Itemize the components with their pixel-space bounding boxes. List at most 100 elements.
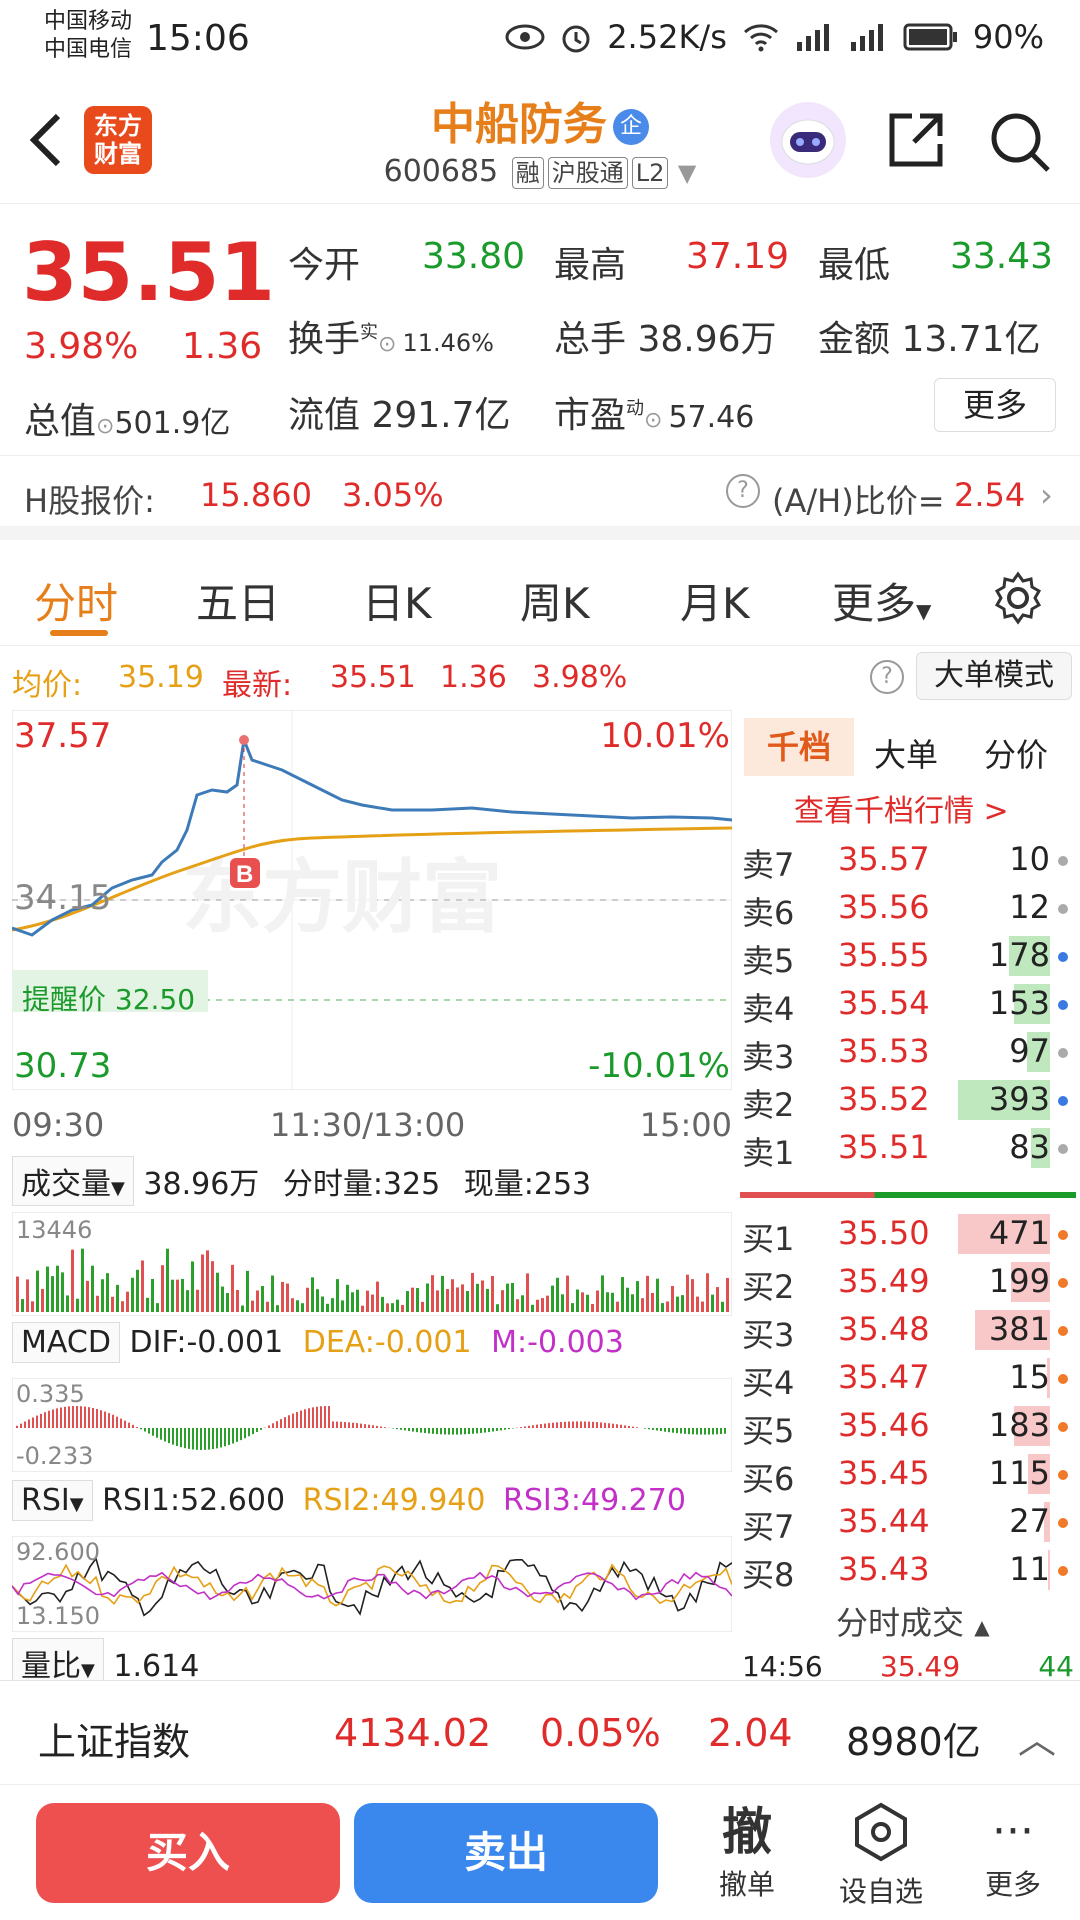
share-icon[interactable] xyxy=(886,110,946,170)
buy-row[interactable]: 买7 35.44 27 xyxy=(740,1498,1076,1546)
buy-row[interactable]: 买1 35.50 471 xyxy=(740,1210,1076,1258)
buy-row[interactable]: 买8 35.43 11 xyxy=(740,1546,1076,1594)
buy-row[interactable]: 买6 35.45 115 xyxy=(740,1450,1076,1498)
macd-bar xyxy=(620,1424,622,1428)
cancel-order-button[interactable]: 撤 撤单 xyxy=(692,1801,802,1903)
volume-bar xyxy=(256,1290,259,1312)
intraday-chart[interactable]: 东方财富 B 37.57 10.01% 34.15 提醒价 32.50 30.7… xyxy=(11,709,733,1091)
status-icons: 2.52K/s 90% xyxy=(505,18,1044,56)
settings-gear-icon[interactable] xyxy=(990,570,1046,626)
macd-bar xyxy=(144,1428,146,1432)
trades-title[interactable]: 分时成交 ▲ xyxy=(836,1598,990,1644)
tab-monthly-k[interactable]: 月K xyxy=(680,570,750,631)
assistant-robot-icon[interactable] xyxy=(770,102,846,178)
macd-selector[interactable]: MACD xyxy=(12,1322,120,1363)
help-icon[interactable]: ? xyxy=(870,660,904,694)
volume-bar xyxy=(646,1275,649,1312)
view-full-depth-link[interactable]: 查看千档行情 > xyxy=(794,786,1009,830)
book-tab-price-dist[interactable]: 分价 xyxy=(984,730,1048,776)
volume-bar xyxy=(576,1289,579,1312)
macd-bar xyxy=(552,1422,554,1428)
macd-dif: DIF:-0.001 xyxy=(129,1325,284,1360)
big-order-mode-button[interactable]: 大单模式 xyxy=(916,652,1072,700)
volume-header: 成交量▼ 38.96万 分时量:325 现量:253 xyxy=(12,1156,732,1208)
more-quote-button[interactable]: 更多 xyxy=(934,378,1056,432)
sell-row[interactable]: 卖6 35.56 12 xyxy=(740,884,1076,932)
level-label: 卖7 xyxy=(742,846,795,884)
rsi-selector[interactable]: RSI▼ xyxy=(12,1480,93,1521)
trade-volume: 44 xyxy=(1038,1650,1074,1683)
sell-row[interactable]: 卖3 35.53 97 xyxy=(740,1028,1076,1076)
tab-intraday[interactable]: 分时 xyxy=(34,570,118,631)
macd-bar xyxy=(464,1428,466,1435)
book-tab-bigorder[interactable]: 大单 xyxy=(874,730,938,776)
trades-title-text: 分时成交 xyxy=(836,1604,965,1642)
tab-weekly-k[interactable]: 周K xyxy=(520,570,590,631)
chevron-up-icon[interactable]: ︿ xyxy=(1018,1709,1056,1764)
macd-bar xyxy=(544,1423,546,1428)
macd-bar xyxy=(376,1425,378,1428)
open-label: 今开 xyxy=(288,245,361,286)
order-dot xyxy=(1058,1326,1068,1336)
info-dot-icon[interactable]: ⊙ xyxy=(96,414,114,439)
info-dot-icon[interactable]: ⊙ xyxy=(378,332,396,357)
rsi-chart[interactable]: 92.600 13.150 xyxy=(11,1535,733,1633)
macd-bar xyxy=(612,1423,614,1428)
stock-header: 东方 财富 中船防务企 600685 融沪股通 L2 ▼ xyxy=(0,80,1080,204)
buy-row[interactable]: 买2 35.49 199 xyxy=(740,1258,1076,1306)
add-watchlist-button[interactable]: 设自选 xyxy=(826,1801,936,1910)
search-icon[interactable] xyxy=(988,110,1052,174)
sell-row[interactable]: 卖7 35.57 10 xyxy=(740,836,1076,884)
book-tab-depth[interactable]: 千档 xyxy=(744,718,854,776)
alert-price[interactable]: 提醒价 32.50 xyxy=(22,978,195,1018)
tab-daily-k[interactable]: 日K xyxy=(362,570,432,631)
macd-bar xyxy=(280,1419,282,1428)
latest-value: 35.51 xyxy=(330,660,416,695)
buy-button[interactable]: 买入 xyxy=(36,1803,340,1903)
macd-bar xyxy=(472,1428,474,1434)
sell-row[interactable]: 卖2 35.52 393 xyxy=(740,1076,1076,1124)
macd-bar xyxy=(152,1428,154,1436)
buy-row[interactable]: 买4 35.47 15 xyxy=(740,1354,1076,1402)
level-volume: 27 xyxy=(1009,1502,1050,1540)
sell-button[interactable]: 卖出 xyxy=(354,1803,658,1903)
volume-bar xyxy=(396,1299,399,1312)
more-actions-button[interactable]: ··· 更多 xyxy=(958,1801,1068,1903)
sell-row[interactable]: 卖5 35.55 178 xyxy=(740,932,1076,980)
buy-marker[interactable]: B xyxy=(236,861,253,888)
macd-bar xyxy=(628,1425,630,1428)
stock-code: 600685 xyxy=(383,154,499,189)
macd-chart[interactable]: 0.335 -0.233 xyxy=(11,1377,733,1473)
volume-chart[interactable]: 13446 xyxy=(11,1211,733,1317)
help-icon[interactable]: ? xyxy=(726,474,760,508)
index-ticker[interactable]: 上证指数 4134.02 0.05% 2.04 8980亿 ︿ xyxy=(0,1680,1080,1784)
volume-bar xyxy=(721,1301,724,1312)
sell-row[interactable]: 卖1 35.51 83 xyxy=(740,1124,1076,1172)
order-dot xyxy=(1058,952,1068,962)
volume-bar xyxy=(286,1283,289,1312)
macd-bar xyxy=(484,1428,486,1433)
buy-row[interactable]: 买5 35.46 183 xyxy=(740,1402,1076,1450)
macd-bar xyxy=(112,1414,114,1428)
macd-bar xyxy=(156,1428,158,1438)
amount-label: 金额 xyxy=(818,319,891,360)
tab-more[interactable]: 更多▼ xyxy=(832,570,931,631)
volume-bar xyxy=(656,1278,659,1312)
info-dot-icon[interactable]: ⊙ xyxy=(644,408,662,433)
macd-bar xyxy=(172,1428,174,1445)
macd-bar xyxy=(236,1428,238,1442)
float-label: 流值 xyxy=(288,395,361,436)
h-share-bar[interactable]: H股报价: 15.860 3.05% ? (A/H)比价= 2.54 › xyxy=(0,456,1080,540)
volume-bar xyxy=(246,1270,249,1312)
buy-row[interactable]: 买3 35.48 381 xyxy=(740,1306,1076,1354)
sell-row[interactable]: 卖4 35.54 153 xyxy=(740,980,1076,1028)
tab-more-label: 更多 xyxy=(832,579,917,628)
macd-bar xyxy=(104,1411,106,1428)
volume-bar xyxy=(216,1272,219,1312)
trade-price: 35.49 xyxy=(880,1650,961,1683)
level-volume: 471 xyxy=(988,1214,1050,1252)
tab-five-day[interactable]: 五日 xyxy=(196,570,280,631)
float-field: 流值 291.7亿 xyxy=(288,386,511,438)
macd-bar xyxy=(548,1423,550,1428)
volume-selector[interactable]: 成交量▼ xyxy=(12,1156,134,1206)
